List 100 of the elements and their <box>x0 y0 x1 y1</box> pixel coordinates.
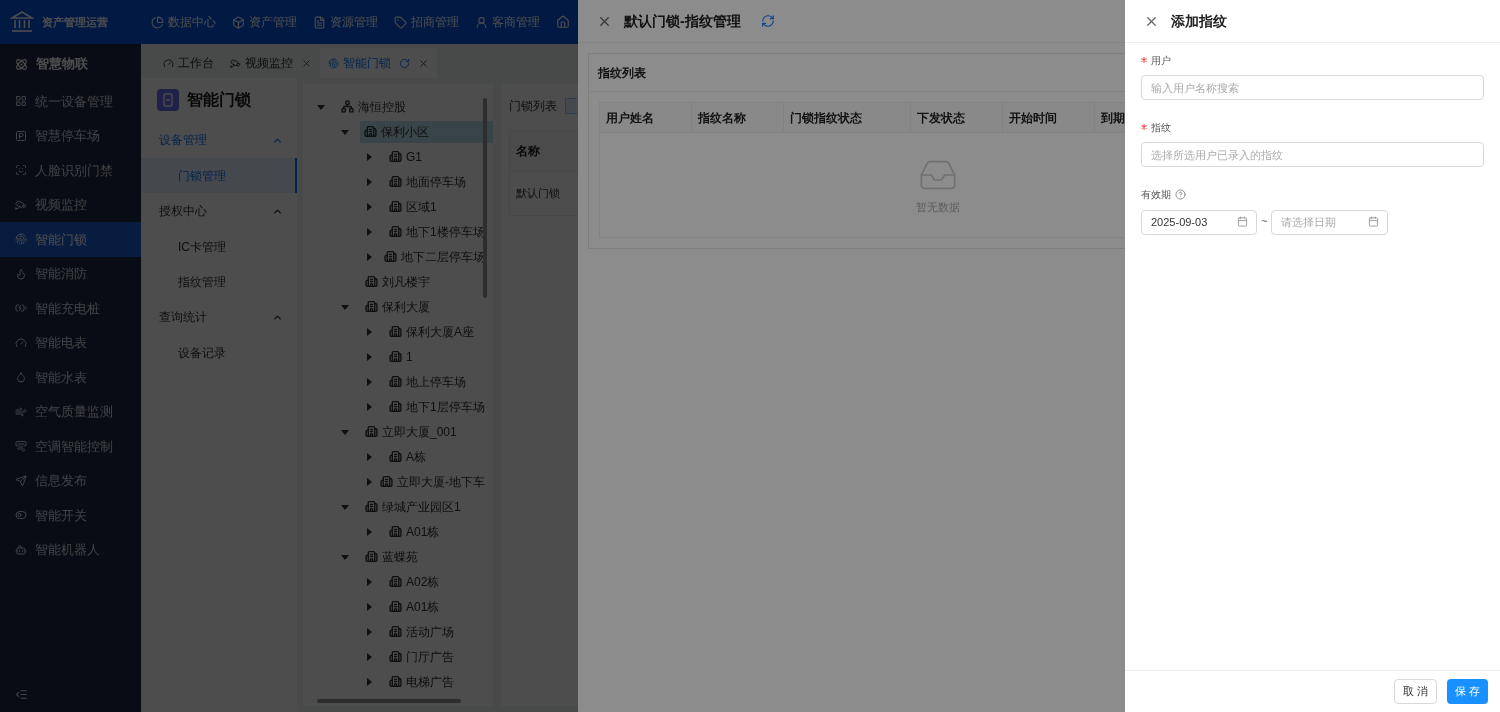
building-icon <box>389 600 402 613</box>
caret-icon[interactable] <box>341 427 349 436</box>
filter-tag[interactable] <box>565 98 577 114</box>
nav-link[interactable]: 客商管理 <box>475 13 540 31</box>
tree-node[interactable]: 保利大厦 <box>361 295 438 318</box>
caret-icon[interactable] <box>365 477 373 486</box>
caret-icon[interactable] <box>365 627 373 636</box>
collapse-icon[interactable] <box>15 687 28 701</box>
caret-icon[interactable] <box>341 502 349 511</box>
menu-group[interactable]: 授权中心 <box>141 193 297 229</box>
camera-icon <box>230 57 241 69</box>
caret-icon[interactable] <box>365 202 373 211</box>
building-icon <box>384 250 397 263</box>
home-icon[interactable] <box>556 15 570 29</box>
caret-icon[interactable] <box>341 127 349 136</box>
fingerprint-icon <box>15 233 27 246</box>
tree-node[interactable]: 1 <box>385 345 421 368</box>
field-label: 用户 <box>1151 53 1171 68</box>
calendar-icon <box>1237 216 1248 227</box>
page-tab[interactable]: 智能门锁 <box>320 48 437 78</box>
nav-link[interactable]: 招商管理 <box>394 13 459 31</box>
column-header: 门锁指纹状态 <box>784 103 911 132</box>
cancel-button[interactable]: 取 消 <box>1393 679 1437 704</box>
flame-icon <box>15 267 27 280</box>
tree-node[interactable]: G1 <box>385 145 430 168</box>
parking-icon <box>15 129 27 142</box>
input-field[interactable]: 输入用户名称搜索 <box>1141 75 1484 100</box>
drawer-title: 默认门锁-指纹管理 <box>624 11 741 31</box>
tree-node[interactable]: 电梯广告 <box>385 670 462 693</box>
caret-icon[interactable] <box>365 327 373 336</box>
caret-icon[interactable] <box>317 102 325 111</box>
caret-icon[interactable] <box>365 252 373 261</box>
building-icon <box>365 275 378 288</box>
caret-icon[interactable] <box>365 677 373 686</box>
column-header: 下发状态 <box>911 103 1003 132</box>
date-field[interactable]: 2025-09-03 <box>1141 209 1257 235</box>
nav-icon <box>232 15 245 29</box>
input-field[interactable]: 选择所选用户已录入的指纹 <box>1141 142 1484 167</box>
help-icon[interactable] <box>1175 188 1186 200</box>
building-icon <box>365 500 378 513</box>
caret-icon[interactable] <box>365 352 373 361</box>
caret-icon[interactable] <box>365 227 373 236</box>
caret-icon[interactable] <box>341 552 349 561</box>
building-icon <box>389 575 402 588</box>
tree-node[interactable]: 保利大厦A座 <box>385 320 482 343</box>
building-icon <box>389 375 402 388</box>
tree-node[interactable]: 区域1 <box>385 195 445 218</box>
caret-icon[interactable] <box>365 177 373 186</box>
send-icon <box>15 474 27 487</box>
column-header: 指纹名称 <box>692 103 784 132</box>
menu-group[interactable]: 查询统计 <box>141 299 297 335</box>
dashboard-icon <box>163 57 174 69</box>
caret-icon[interactable] <box>365 577 373 586</box>
building-icon <box>365 300 378 313</box>
caret-icon[interactable] <box>365 652 373 661</box>
app-title: 资产管理运营 <box>42 14 108 30</box>
tree-node[interactable]: A02栋 <box>385 570 448 593</box>
caret-icon[interactable] <box>365 527 373 536</box>
caret-icon[interactable] <box>365 602 373 611</box>
tree-node[interactable]: 地下1层停车场 <box>385 395 493 418</box>
tab-label: 智能门锁 <box>343 55 391 72</box>
menu-item[interactable]: 设备记录 <box>141 335 297 370</box>
tree-node[interactable]: A栋 <box>385 445 434 468</box>
building-icon <box>389 650 402 663</box>
tree-node[interactable]: 地面停车场 <box>385 170 474 193</box>
date-field[interactable]: 请选择日期 <box>1271 209 1389 235</box>
caret-icon[interactable] <box>365 452 373 461</box>
tree-node[interactable]: A01栋 <box>385 595 448 618</box>
menu-group[interactable]: 设备管理 <box>141 122 297 158</box>
tree-node[interactable]: 门厅广告 <box>385 645 462 668</box>
field-label: 指纹 <box>1151 120 1171 135</box>
building-icon <box>389 675 402 688</box>
nav-link[interactable]: 资源管理 <box>313 13 378 31</box>
caret-icon[interactable] <box>365 377 373 386</box>
building-icon <box>365 550 378 563</box>
tree-node[interactable]: 绿城产业园区1 <box>361 495 469 518</box>
atom-icon <box>15 57 28 71</box>
nav-icon <box>313 15 326 29</box>
tree-node[interactable]: A01栋 <box>385 520 448 543</box>
caret-icon[interactable] <box>365 402 373 411</box>
air-vent-icon <box>15 440 27 453</box>
lock-icon <box>157 89 179 111</box>
nav-link[interactable]: 数据中心 <box>151 13 216 31</box>
calendar-icon <box>1368 216 1380 227</box>
building-icon <box>389 325 402 338</box>
nav-link[interactable]: 资产管理 <box>232 13 297 31</box>
refresh-icon[interactable] <box>399 57 410 69</box>
wind-icon <box>15 405 27 418</box>
caret-icon[interactable] <box>365 152 373 161</box>
save-button[interactable]: 保 存 <box>1446 679 1488 704</box>
range-separator: ~ <box>1261 214 1268 230</box>
drawer-title: 添加指纹 <box>1171 11 1227 31</box>
asterisk-icon <box>1141 124 1147 130</box>
refresh-icon[interactable] <box>760 14 775 28</box>
caret-icon[interactable] <box>341 302 349 311</box>
building-icon <box>389 525 402 538</box>
tree-node[interactable]: 蓝蝶苑 <box>361 545 426 568</box>
bank-icon <box>10 11 34 33</box>
building-icon <box>389 200 402 213</box>
battery-icon <box>15 302 27 315</box>
